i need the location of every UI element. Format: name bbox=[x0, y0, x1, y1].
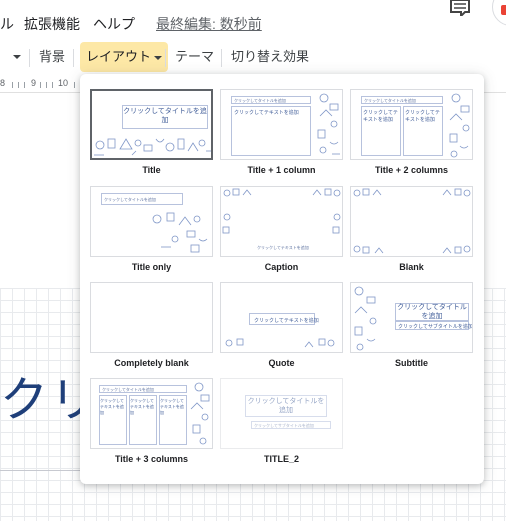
layout-label: Title + 3 columns bbox=[114, 454, 189, 464]
layout-option-title[interactable]: クリックしてタイトルを追加 Title bbox=[90, 89, 213, 175]
layout-thumb bbox=[90, 282, 213, 353]
doodle-decoration bbox=[351, 283, 391, 352]
layout-option-completely-blank[interactable]: Completely blank bbox=[90, 282, 213, 368]
body-placeholder-text: クリックしてテキストを追加 bbox=[160, 398, 184, 415]
layout-label: Subtitle bbox=[395, 358, 428, 368]
layout-option-title-3-columns[interactable]: クリックしてタイトルを追加 クリックしてテキストを追加 クリックしてテキストを追… bbox=[90, 378, 213, 464]
menu-help[interactable]: ヘルプ bbox=[93, 14, 135, 34]
menu-extensions[interactable]: 拡張機能 bbox=[24, 14, 80, 34]
tiny-title: クリックしてタイトルを追加 bbox=[364, 98, 416, 103]
tiny-title: クリックしてタイトルを追加 bbox=[104, 197, 156, 202]
title-placeholder-text: クリックしてタイトルを追加 bbox=[123, 108, 207, 124]
body-placeholder-text: クリックしてテキストを追加 bbox=[130, 398, 154, 415]
layout-thumb: クリックしてテキストを追加 bbox=[220, 282, 343, 353]
body-placeholder-text: クリックしてテキストを追加 bbox=[363, 110, 398, 123]
ruler-label: 9 bbox=[31, 78, 37, 88]
slide-rule bbox=[0, 470, 80, 471]
layout-option-title-2-columns[interactable]: クリックしてタイトルを追加 クリックしてテキストを追加 クリックしてテキストを追… bbox=[350, 89, 473, 175]
layout-label: Title + 2 columns bbox=[374, 165, 449, 175]
body-placeholder-text: クリックしてテキストを追加 bbox=[100, 398, 124, 415]
layout-thumb: クリックしてタイトルを追加 クリックしてテキストを追加 クリックしてテキストを追… bbox=[350, 89, 473, 160]
layout-option-subtitle[interactable]: クリックしてタイトルを追加 クリックしてサブタイトルを追加 Subtitle bbox=[350, 282, 473, 368]
layout-menu: クリックしてタイトルを追加 Title クリックしてタイトルを追加 クリックして… bbox=[80, 74, 484, 484]
layout-option-title-1-column[interactable]: クリックしてタイトルを追加 クリックしてテキストを追加 Title + 1 co… bbox=[220, 89, 343, 175]
body-placeholder-text: クリックしてテキストを追加 bbox=[234, 110, 299, 116]
layout-thumb: クリックしてタイトルを追加 クリックしてテキストを追加 クリックしてテキストを追… bbox=[90, 378, 213, 449]
doodle-decoration bbox=[92, 131, 211, 158]
background-button[interactable]: 背景 bbox=[39, 42, 65, 72]
layout-label: Title bbox=[142, 165, 161, 175]
last-edit-link[interactable]: 最終編集: 数秒前 bbox=[156, 14, 262, 34]
chevron-down-icon bbox=[154, 55, 163, 60]
tiny-title: クリックしてタイトルを追加 bbox=[102, 387, 154, 392]
title-placeholder-text: クリックしてタイトルを追加 bbox=[247, 398, 325, 414]
layout-label: Title only bbox=[131, 262, 172, 272]
layout-button-label: レイアウト bbox=[86, 49, 152, 64]
toolbar: 背景 レイアウト テーマ 切り替え効果 bbox=[0, 42, 506, 76]
layout-label: Completely blank bbox=[114, 358, 189, 368]
layout-label: Title + 1 column bbox=[247, 165, 316, 175]
toolbar-divider bbox=[73, 49, 74, 67]
layout-option-caption[interactable]: クリックしてテキストを追加 Caption bbox=[220, 186, 343, 272]
layout-thumb: クリックしてタイトルを追加 bbox=[90, 186, 213, 257]
layout-thumb: クリックしてテキストを追加 bbox=[220, 186, 343, 257]
subtitle-placeholder-text: クリックしてサブタイトルを追加 bbox=[398, 324, 473, 330]
body-placeholder-text: クリックしてテキストを追加 bbox=[405, 110, 440, 123]
ruler-label: 10 bbox=[58, 78, 69, 88]
menu-partial[interactable]: ル bbox=[0, 14, 14, 34]
theme-button[interactable]: テーマ bbox=[175, 42, 214, 72]
ruler-label: 8 bbox=[0, 78, 6, 88]
transition-button[interactable]: 切り替え効果 bbox=[231, 42, 309, 72]
quote-placeholder-text: クリックしてテキストを追加 bbox=[254, 318, 319, 324]
layout-label: Caption bbox=[264, 262, 299, 272]
toolbar-divider bbox=[29, 49, 30, 67]
caption-placeholder-text: クリックしてテキストを追加 bbox=[257, 245, 309, 250]
avatar[interactable] bbox=[492, 0, 506, 26]
doodle-decoration bbox=[446, 90, 472, 159]
tiny-title: クリックしてタイトルを追加 bbox=[234, 98, 286, 103]
layout-button[interactable]: レイアウト bbox=[80, 42, 169, 72]
layout-label: Quote bbox=[268, 358, 295, 368]
doodle-decoration bbox=[189, 379, 212, 448]
menu-bar: ル 拡張機能 ヘルプ 最終編集: 数秒前 bbox=[0, 0, 506, 38]
tiny-subtitle: クリックしてサブタイトルを追加 bbox=[254, 423, 314, 428]
layout-option-quote[interactable]: クリックしてテキストを追加 Quote bbox=[220, 282, 343, 368]
layout-thumb: クリックしてタイトルを追加 クリックしてサブタイトルを追加 bbox=[220, 378, 343, 449]
subtitle-title-text: クリックしてタイトルを追加 bbox=[397, 304, 467, 320]
layout-thumb: クリックしてタイトルを追加 クリックしてサブタイトルを追加 bbox=[350, 282, 473, 353]
doodle-decoration bbox=[351, 187, 472, 256]
layout-label: TITLE_2 bbox=[263, 454, 299, 464]
layout-thumb: クリックしてタイトルを追加 bbox=[90, 89, 213, 160]
layout-thumb bbox=[350, 186, 473, 257]
layout-option-title-only[interactable]: クリックしてタイトルを追加 Title only bbox=[90, 186, 213, 272]
layout-option-blank[interactable]: Blank bbox=[350, 186, 473, 272]
layout-thumb: クリックしてタイトルを追加 クリックしてテキストを追加 bbox=[220, 89, 343, 160]
chevron-down-icon[interactable] bbox=[13, 55, 21, 59]
toolbar-divider bbox=[221, 49, 222, 67]
layout-option-title-2[interactable]: クリックしてタイトルを追加 クリックしてサブタイトルを追加 TITLE_2 bbox=[220, 378, 343, 464]
comment-icon[interactable] bbox=[449, 0, 471, 19]
layout-label: Blank bbox=[399, 262, 424, 272]
doodle-decoration bbox=[314, 90, 342, 159]
doodle-decoration bbox=[91, 209, 212, 256]
toolbar-divider bbox=[165, 49, 166, 67]
doodle-decoration bbox=[221, 329, 342, 352]
